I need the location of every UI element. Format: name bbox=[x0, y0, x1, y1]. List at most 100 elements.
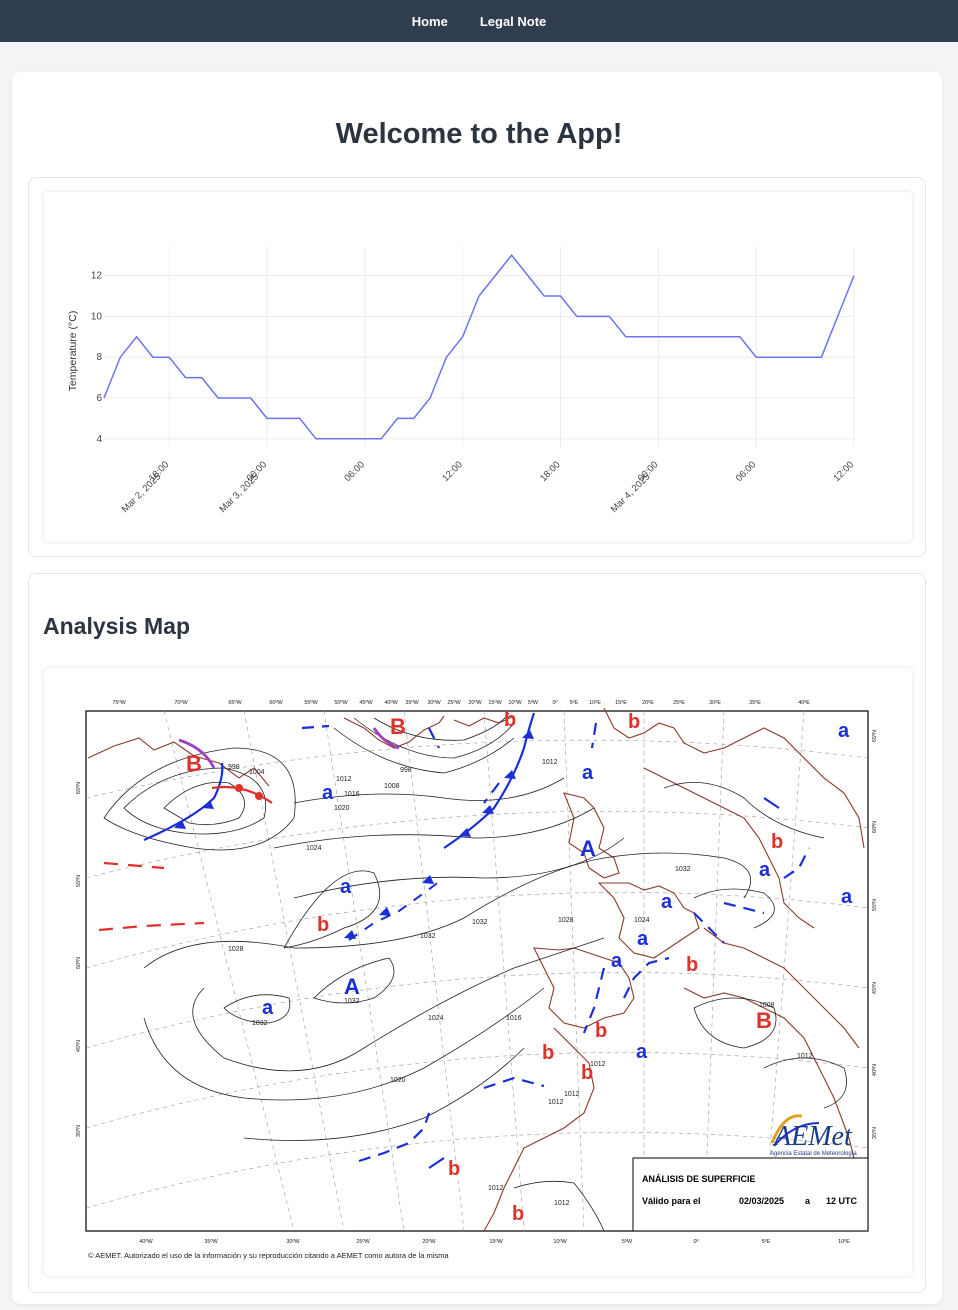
map-copyright-note: © AEMET. Autorizado el uso de la informa… bbox=[88, 1251, 449, 1260]
svg-text:1012: 1012 bbox=[564, 1091, 580, 1098]
svg-text:B: B bbox=[390, 714, 406, 739]
map-lon-label-bottom: 15ºW bbox=[489, 1238, 503, 1245]
map-lon-label-top: 0º bbox=[552, 699, 557, 706]
chart-x-tick-label: 18:00 bbox=[538, 459, 563, 484]
surface-analysis-map[interactable]: 75ºW 70ºW 65ºW 60ºW 55ºW 50ºW 45ºW 40ºW 35ºW 30ºW… bbox=[44, 668, 912, 1276]
map-lat-label-right: 40ºN bbox=[871, 1064, 878, 1076]
svg-text:a: a bbox=[661, 891, 673, 913]
map-lat-label-left: 45ºN bbox=[75, 1040, 82, 1052]
map-lon-label-top: 40ºW bbox=[384, 699, 398, 706]
analysis-panel-title: ANÁLISIS DE SUPERFICIE bbox=[642, 1174, 756, 1184]
map-lon-label-top: 40ºE bbox=[798, 699, 810, 706]
svg-text:1032: 1032 bbox=[472, 919, 488, 926]
temperature-chart[interactable]: 468101218:00Mar 2, 2025 00:00Mar 3, 2025 0… bbox=[44, 192, 912, 542]
map-lon-label-top: 45ºW bbox=[359, 699, 373, 706]
chart-y-tick-label: 12 bbox=[91, 271, 103, 282]
map-lon-label-top: 20ºW bbox=[468, 699, 482, 706]
svg-text:1016: 1016 bbox=[506, 1015, 522, 1022]
svg-text:998: 998 bbox=[400, 767, 412, 774]
svg-text:1012: 1012 bbox=[797, 1053, 813, 1060]
analysis-valid-time: 12 UTC bbox=[826, 1196, 858, 1206]
chart-x-tick-label: 06:00 bbox=[342, 459, 367, 484]
svg-text:a: a bbox=[838, 720, 850, 742]
map-latitude-labels-right: 65ºN 60ºN 55ºN 45ºN 40ºN 35ºN bbox=[871, 730, 878, 1139]
map-lon-label-top: 55ºW bbox=[304, 699, 318, 706]
map-lon-label-bottom: 5ºE bbox=[762, 1238, 771, 1245]
svg-text:1032: 1032 bbox=[675, 866, 691, 873]
svg-text:B: B bbox=[186, 751, 202, 776]
chart-x-tick-label: 06:00 bbox=[734, 459, 759, 484]
map-lat-label-left: 55ºN bbox=[75, 875, 82, 887]
map-lon-label-top: 35ºW bbox=[405, 699, 419, 706]
svg-text:1024: 1024 bbox=[634, 917, 650, 924]
chart-x-tick-date-label: Mar 3, 2025 bbox=[218, 471, 262, 515]
nav-legal-note-link[interactable]: Legal Note bbox=[480, 14, 546, 29]
analysis-map-title: Analysis Map bbox=[43, 613, 190, 639]
map-lon-label-top: 15ºW bbox=[488, 699, 502, 706]
svg-text:1012: 1012 bbox=[548, 1099, 564, 1106]
chart-y-tick-label: 4 bbox=[96, 434, 102, 445]
svg-text:1028: 1028 bbox=[558, 917, 574, 924]
map-lon-label-top: 35ºE bbox=[749, 699, 761, 706]
svg-text:a: a bbox=[637, 928, 649, 950]
svg-text:b: b bbox=[448, 1158, 460, 1180]
map-longitude-labels-top: 75ºW 70ºW 65ºW 60ºW 55ºW 50ºW 45ºW 40ºW 35ºW 30ºW… bbox=[112, 699, 810, 706]
map-lat-label-left: 35ºN bbox=[75, 1125, 82, 1137]
nav-home-link[interactable]: Home bbox=[412, 14, 448, 29]
svg-text:1024: 1024 bbox=[428, 1015, 444, 1022]
map-lon-label-top: 30ºW bbox=[427, 699, 441, 706]
svg-text:b: b bbox=[581, 1062, 593, 1084]
svg-text:1028: 1028 bbox=[228, 946, 244, 953]
aemet-logo: AEMet Agencia Estatal de Meteorología bbox=[770, 1114, 857, 1157]
svg-text:1012: 1012 bbox=[488, 1185, 504, 1192]
temperature-chart-panel: 4 6 8 10 12 18:00 Mar 2, 2025 00:00 Mar 3, 2025 0… bbox=[44, 192, 912, 542]
map-lon-label-bottom: 5ºW bbox=[622, 1238, 633, 1245]
svg-text:a: a bbox=[262, 997, 274, 1019]
analysis-map-panel: 75ºW 70ºW 65ºW 60ºW 55ºW 50ºW 45ºW 40ºW 35ºW 30ºW… bbox=[44, 668, 912, 1276]
svg-text:A: A bbox=[580, 836, 596, 861]
svg-text:1020: 1020 bbox=[390, 1077, 406, 1084]
map-lon-label-bottom: 25ºW bbox=[356, 1238, 370, 1245]
svg-text:b: b bbox=[771, 831, 783, 853]
chart-temperature-line bbox=[103, 253, 855, 440]
map-lon-label-top: 5ºW bbox=[528, 699, 539, 706]
map-lon-label-bottom: 10ºE bbox=[838, 1238, 850, 1245]
chart-y-tick-label: 6 bbox=[96, 393, 102, 404]
svg-text:a: a bbox=[759, 859, 771, 881]
chart-x-tick-date-label: Mar 4, 2025 bbox=[609, 471, 653, 515]
map-lon-label-top: 75ºW bbox=[112, 699, 126, 706]
map-lon-label-top: 10ºW bbox=[508, 699, 522, 706]
analysis-valid-label: Válido para el bbox=[642, 1196, 701, 1206]
svg-text:998: 998 bbox=[228, 764, 240, 771]
map-lon-label-bottom: 40ºW bbox=[139, 1238, 153, 1245]
svg-text:b: b bbox=[317, 914, 329, 936]
svg-text:a: a bbox=[582, 762, 594, 784]
map-lon-label-top: 20ºE bbox=[642, 699, 654, 706]
map-lon-label-top: 70ºW bbox=[174, 699, 188, 706]
svg-text:1012: 1012 bbox=[554, 1200, 570, 1207]
analysis-valid-date: 02/03/2025 bbox=[739, 1196, 784, 1206]
svg-text:1012: 1012 bbox=[336, 776, 352, 783]
aemet-logo-subtitle: Agencia Estatal de Meteorología bbox=[770, 1151, 857, 1157]
map-lon-label-top: 25ºW bbox=[447, 699, 461, 706]
map-lon-label-top: 15ºE bbox=[615, 699, 627, 706]
svg-text:a: a bbox=[322, 782, 334, 804]
analysis-info-panel bbox=[632, 1157, 869, 1232]
map-latitude-labels-left: 65ºN 55ºN 50ºN 45ºN 35ºN bbox=[75, 782, 82, 1137]
map-lat-label-right: 65ºN bbox=[871, 730, 878, 742]
svg-text:1012: 1012 bbox=[542, 759, 558, 766]
svg-text:A: A bbox=[344, 974, 360, 999]
map-lon-label-top: 25ºE bbox=[673, 699, 685, 706]
map-lat-label-left: 50ºN bbox=[75, 957, 82, 969]
svg-text:1024: 1024 bbox=[306, 845, 322, 852]
map-lon-label-top: 65ºW bbox=[228, 699, 242, 706]
svg-text:b: b bbox=[686, 954, 698, 976]
map-lon-label-bottom: 20ºW bbox=[422, 1238, 436, 1245]
chart-x-tick-label: 12:00 bbox=[440, 459, 465, 484]
svg-text:B: B bbox=[756, 1008, 772, 1033]
map-lat-label-right: 60ºN bbox=[871, 821, 878, 833]
chart-x-tick-label: 12:00 bbox=[832, 459, 857, 484]
map-lon-label-top: 60ºW bbox=[269, 699, 283, 706]
map-lon-label-bottom: 30ºW bbox=[286, 1238, 300, 1245]
svg-text:1020: 1020 bbox=[334, 805, 350, 812]
